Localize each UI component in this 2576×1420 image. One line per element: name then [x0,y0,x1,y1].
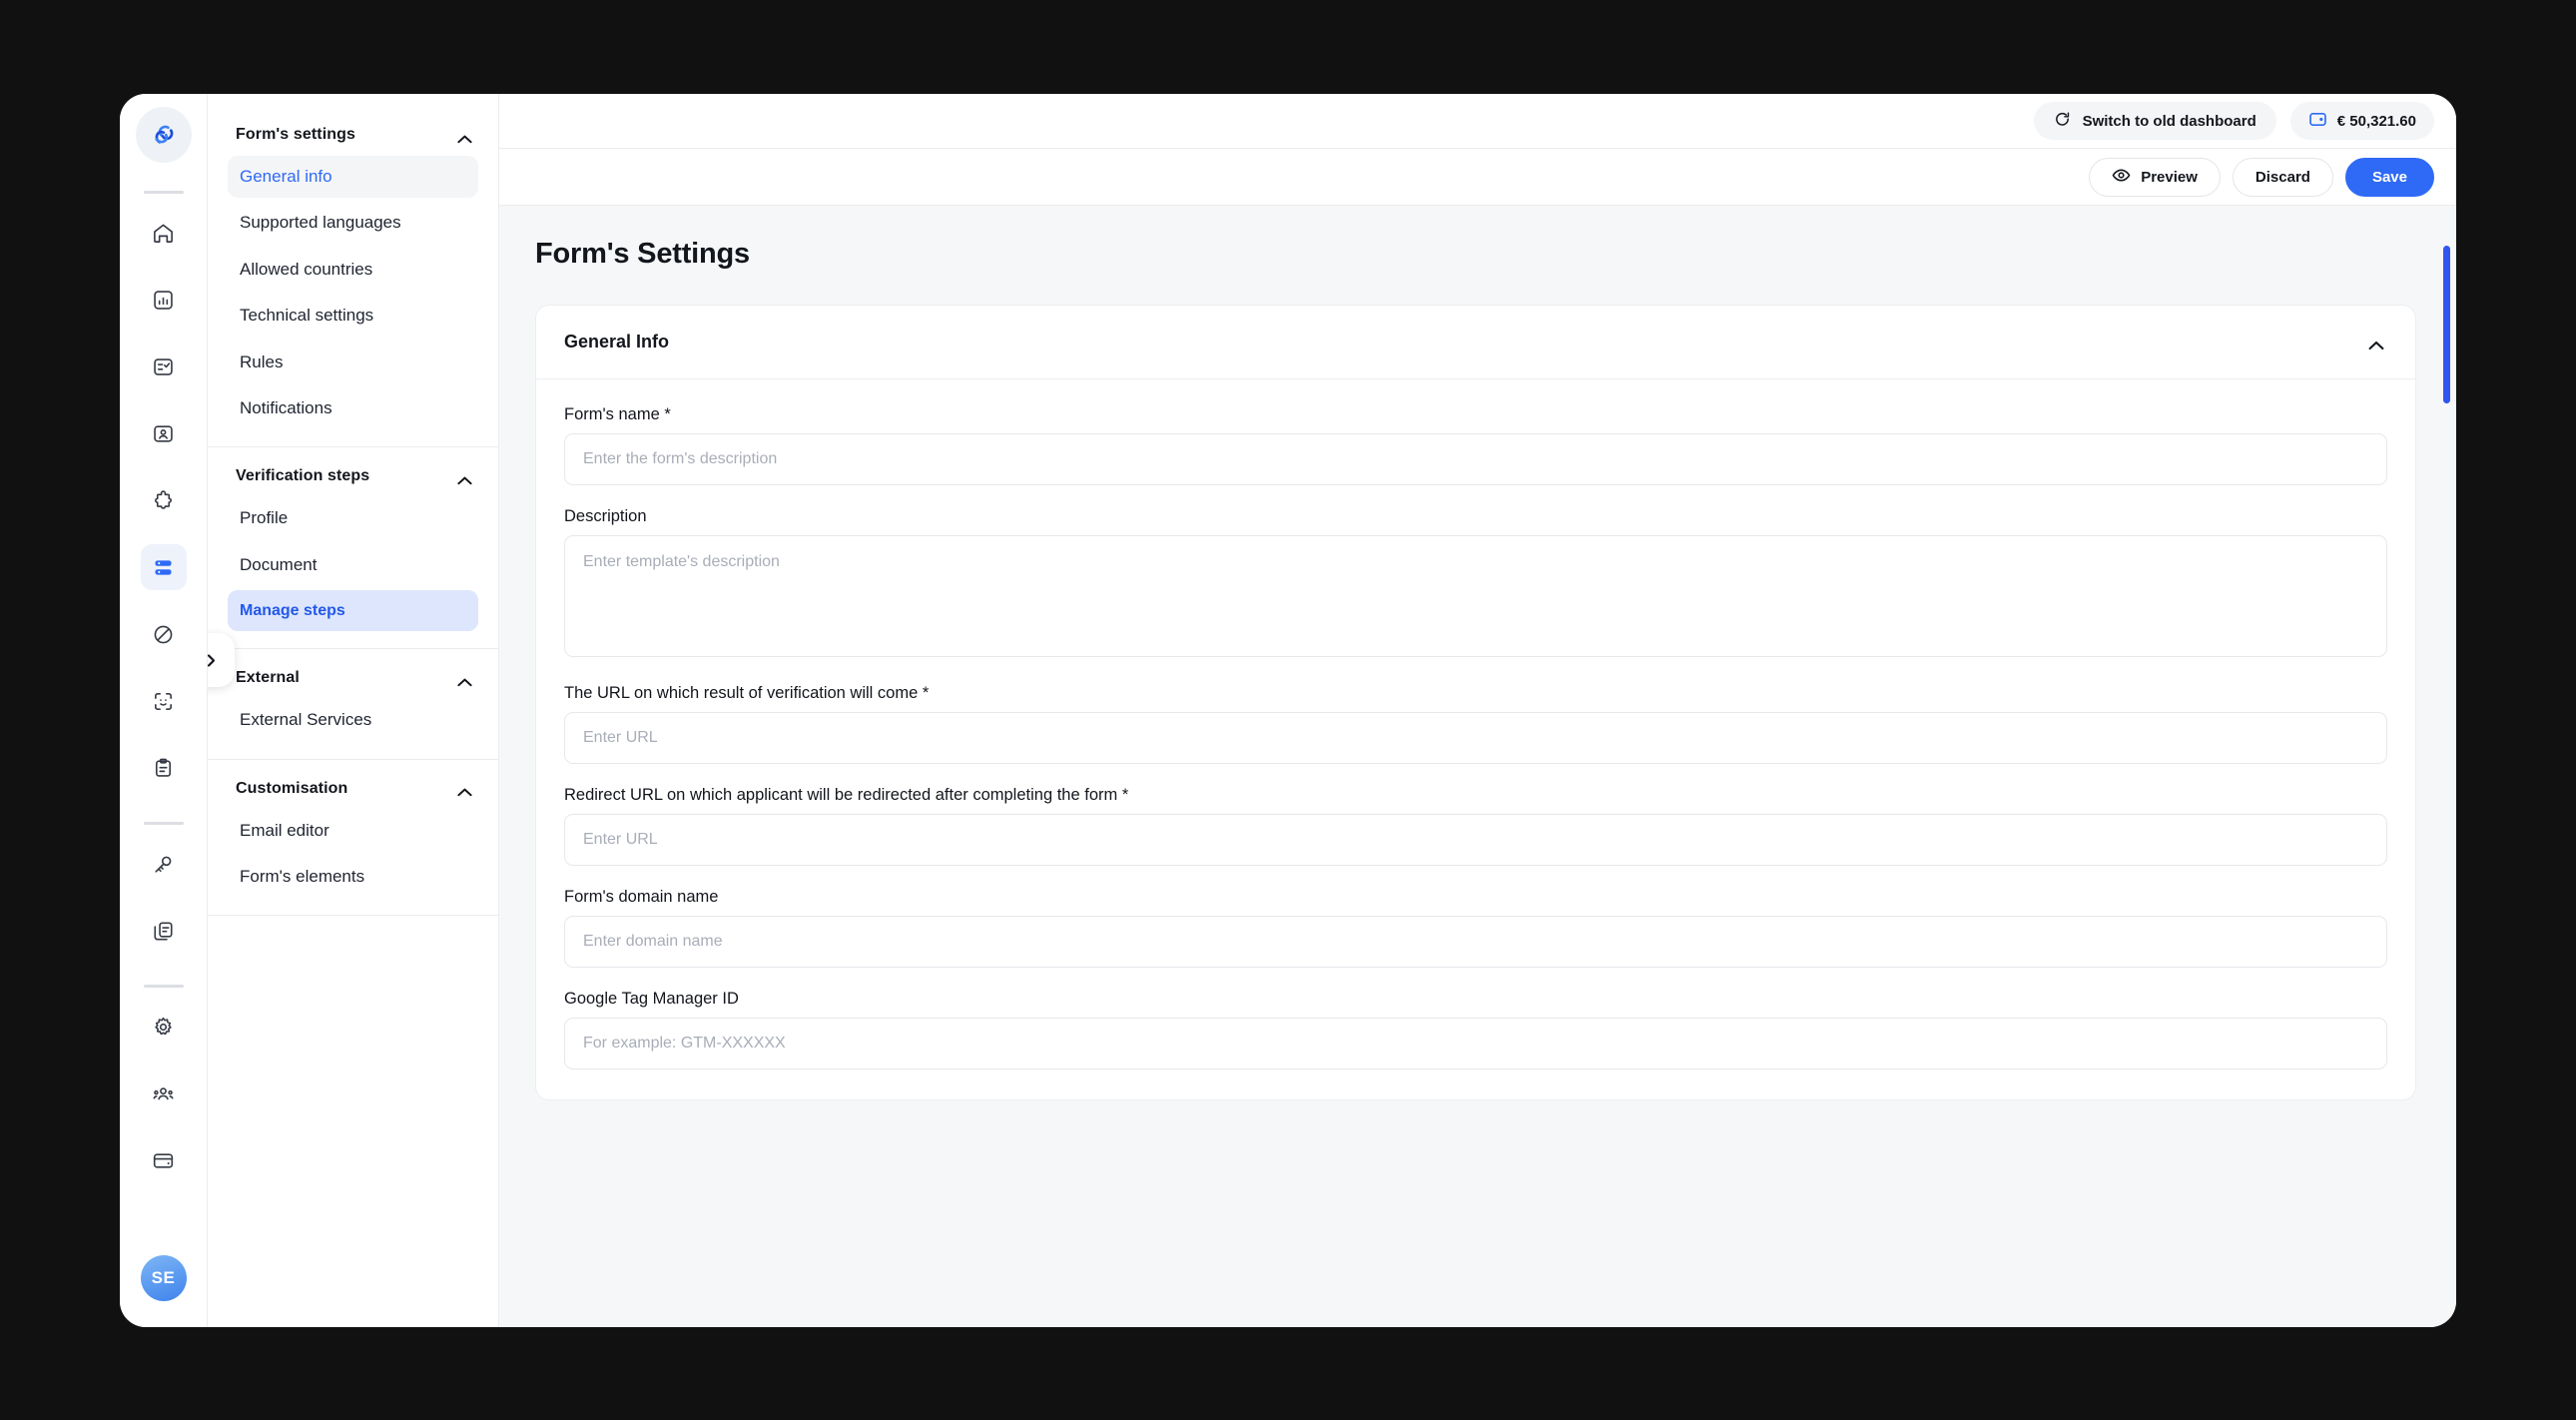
card-title: General Info [564,332,669,353]
preview-button[interactable]: Preview [2089,158,2221,197]
home-icon[interactable] [141,210,187,256]
gear-icon[interactable] [141,1004,187,1050]
billing-card-icon[interactable] [141,1137,187,1183]
brand-swirl-logo[interactable] [136,107,192,163]
field-forms-name: Form's name * [564,405,2387,485]
field-label: Google Tag Manager ID [564,990,2387,1009]
general-info-card: General Info Form's name * Description [535,305,2416,1100]
icon-rail: SE [120,94,208,1327]
blocklist-icon[interactable] [141,611,187,657]
save-button[interactable]: Save [2345,158,2434,197]
action-bar: Preview Discard Save [499,148,2456,206]
field-label: Form's name * [564,405,2387,424]
sidebar-item-allowed-countries[interactable]: Allowed countries [228,249,478,291]
refresh-icon [2054,111,2071,132]
redirect-url-input[interactable] [564,814,2387,866]
sidebar-item-supported-languages[interactable]: Supported languages [228,202,478,244]
content-scrollbar[interactable] [2443,206,2450,1327]
field-label: Redirect URL on which applicant will be … [564,786,2387,805]
general-info-card-header[interactable]: General Info [536,306,2415,379]
field-gtm-id: Google Tag Manager ID [564,990,2387,1069]
sidebar-item-profile[interactable]: Profile [228,497,478,539]
face-scan-icon[interactable] [141,678,187,724]
sidebar-item-general-info[interactable]: General info [228,156,478,198]
nav-group-title: External [236,669,300,687]
chevron-up-icon[interactable] [2368,338,2383,347]
field-label: Description [564,507,2387,526]
discard-button[interactable]: Discard [2233,158,2333,197]
rail-divider-1 [144,191,184,194]
key-icon[interactable] [141,841,187,887]
copy-docs-icon[interactable] [141,908,187,954]
eye-icon [2112,166,2131,189]
field-label: The URL on which result of verification … [564,684,2387,703]
sidebar-item-notifications[interactable]: Notifications [228,387,478,429]
field-description: Description [564,507,2387,662]
nav-group-customisation: Customisation Email editor Form's elemen… [208,760,498,917]
description-textarea[interactable] [564,535,2387,657]
sidebar-item-document[interactable]: Document [228,544,478,586]
right-area: Switch to old dashboard € 50,321.60 [499,94,2456,1327]
team-icon[interactable] [141,1070,187,1116]
avatar[interactable]: SE [141,1255,187,1301]
field-domain-name: Form's domain name [564,888,2387,968]
top-bar: Switch to old dashboard € 50,321.60 [499,94,2456,148]
puzzle-icon[interactable] [141,477,187,523]
forms-name-input[interactable] [564,433,2387,485]
field-result-url: The URL on which result of verification … [564,684,2387,764]
nav-group-title: Form's settings [236,126,355,144]
field-label: Form's domain name [564,888,2387,907]
chevron-up-icon[interactable] [457,674,472,683]
sidebar-item-technical-settings[interactable]: Technical settings [228,295,478,337]
rail-divider-3 [144,985,184,988]
preview-label: Preview [2141,169,2198,186]
chevron-up-icon[interactable] [457,472,472,481]
balance-badge[interactable]: € 50,321.60 [2290,102,2434,140]
nav-group-header-customisation[interactable]: Customisation [208,772,498,806]
nav-group-forms-settings: Form's settings General info Supported l… [208,106,498,447]
sidebar-item-email-editor[interactable]: Email editor [228,810,478,852]
switch-to-old-dashboard-label: Switch to old dashboard [2083,113,2256,130]
nav-group-title: Customisation [236,780,347,798]
balance-amount: € 50,321.60 [2337,113,2416,130]
wallet-icon [2308,110,2327,133]
discard-label: Discard [2255,169,2310,186]
save-label: Save [2372,169,2407,186]
content-scroll-area[interactable]: Form's Settings General Info Form's name… [499,206,2456,1327]
general-info-card-body: Form's name * Description The URL on whi… [536,379,2415,1099]
content-scrollbar-thumb[interactable] [2443,246,2450,403]
field-redirect-url: Redirect URL on which applicant will be … [564,786,2387,866]
app-window: SE Form's settings General info Supporte… [120,94,2456,1327]
nav-group-header-external[interactable]: External [208,661,498,695]
nav-group-external: External External Services [208,649,498,759]
gtm-id-input[interactable] [564,1018,2387,1069]
settings-nav-panel: Form's settings General info Supported l… [208,94,499,1327]
result-url-input[interactable] [564,712,2387,764]
sidebar-item-manage-steps[interactable]: Manage steps [228,590,478,631]
sidebar-item-forms-elements[interactable]: Form's elements [228,856,478,898]
chart-icon[interactable] [141,277,187,323]
nav-group-header-forms-settings[interactable]: Form's settings [208,118,498,152]
sidebar-item-external-services[interactable]: External Services [228,699,478,741]
forms-icon[interactable] [141,544,187,590]
switch-to-old-dashboard-button[interactable]: Switch to old dashboard [2034,102,2276,140]
id-card-icon[interactable] [141,410,187,456]
domain-name-input[interactable] [564,916,2387,968]
nav-group-verification-steps: Verification steps Profile Document Mana… [208,447,498,649]
sidebar-item-rules[interactable]: Rules [228,342,478,383]
nav-group-title: Verification steps [236,467,369,485]
clipboard-icon[interactable] [141,745,187,791]
page-title: Form's Settings [535,238,2416,271]
chevron-up-icon[interactable] [457,131,472,140]
checklist-icon[interactable] [141,344,187,389]
nav-group-header-verification-steps[interactable]: Verification steps [208,459,498,493]
chevron-up-icon[interactable] [457,784,472,793]
rail-divider-2 [144,822,184,825]
